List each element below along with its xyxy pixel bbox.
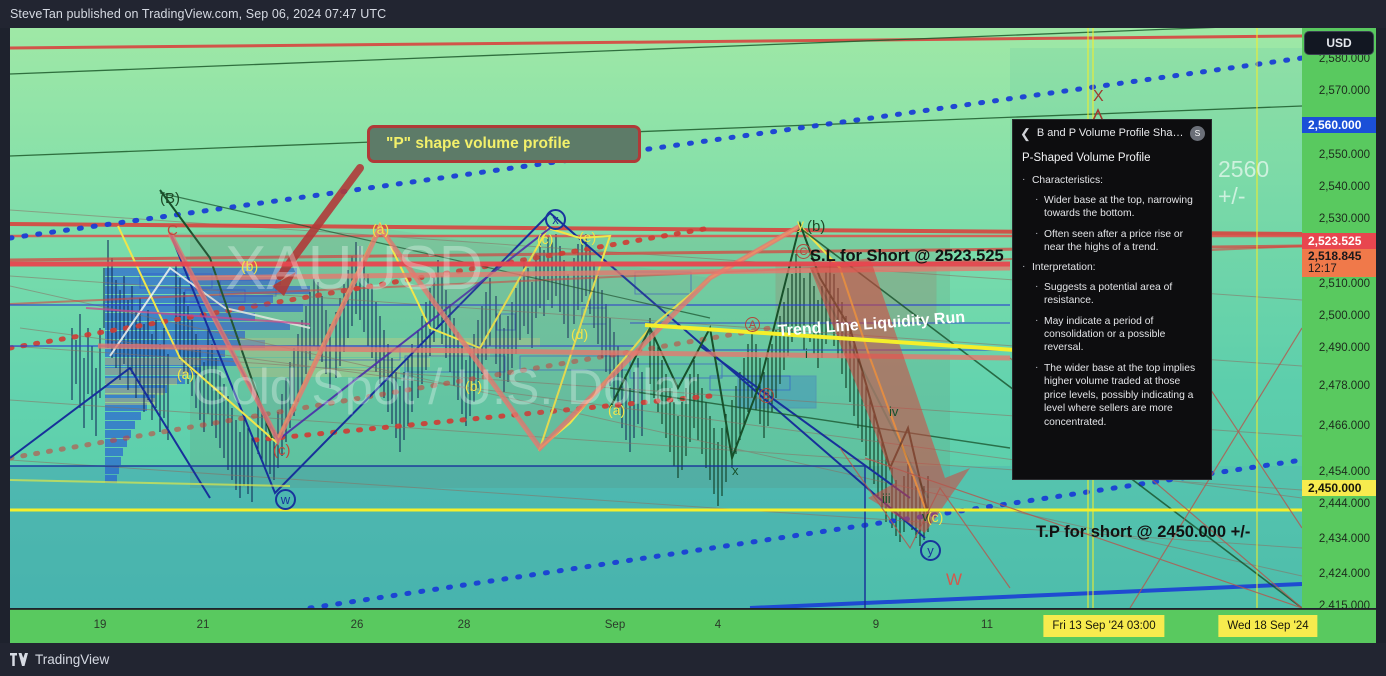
bullet-icon: · (1022, 174, 1026, 186)
wave-label-X: X (1093, 88, 1104, 105)
info-section-item: · May indicate a period of consolidation … (1035, 314, 1166, 354)
stop-loss-label: S.L for Short @ 2523.525 (810, 247, 1004, 265)
info-panel-header: ❮ B and P Volume Profile Shap... S (1013, 120, 1211, 145)
time-tick: 11 (981, 619, 993, 631)
chevron-left-icon[interactable]: ❮ (1020, 127, 1031, 140)
bullet-icon: · (1035, 314, 1039, 326)
time-tick: 21 (196, 619, 210, 631)
bullet-icon: · (1035, 361, 1039, 373)
time-tick: 9 (872, 619, 880, 631)
price-tick: 2,530.000 (1318, 213, 1370, 225)
circled-wave-label: C (796, 244, 811, 259)
publisher-bar: SteveTan published on TradingView.com, S… (0, 0, 1386, 28)
circled-wave-label: B (759, 388, 774, 403)
info-panel-sections: · Characteristics: · Wider base at the top,… (1022, 174, 1202, 429)
time-tick: 28 (457, 619, 471, 631)
p-shape-volume-profile-callout[interactable]: "P" shape volume profile (367, 125, 641, 163)
info-section-item: · Wider base at the top, narrowing toward… (1035, 193, 1193, 220)
price-tick: 2,454.000 (1318, 466, 1370, 478)
price-tick: 2,478.000 (1318, 380, 1370, 392)
time-marker-badge[interactable]: Wed 18 Sep '24 (1218, 615, 1318, 637)
bullet-icon: · (1035, 280, 1039, 292)
price-tick: 2,490.000 (1318, 342, 1370, 354)
time-tick: 19 (93, 619, 107, 631)
price-tick: 2,466.000 (1318, 420, 1370, 432)
badge-2450[interactable]: 2,450.000 (1302, 480, 1376, 496)
time-scale[interactable]: 19 21 26 28 Sep 4 9 11 Fri 13 Sep '24 03:00 Wed 1… (10, 609, 1376, 643)
avatar[interactable]: S (1190, 126, 1205, 141)
circled-wave-label: y (920, 540, 941, 561)
price-tick: 2,550.000 (1318, 149, 1370, 161)
price-tick: 2,500.000 (1318, 310, 1370, 322)
info-panel-body: P-Shaped Volume Profile · Characteristics… (1013, 145, 1211, 442)
time-tick: 4 (714, 619, 722, 631)
badge-2523[interactable]: 2,523.525 (1302, 233, 1376, 249)
bullet-icon: · (1022, 261, 1026, 273)
circled-wave-label: x (545, 209, 566, 230)
bullet-icon: · (1035, 227, 1039, 239)
info-panel-title: B and P Volume Profile Shap... (1036, 126, 1184, 139)
badge-last[interactable]: 2,518.845 12:17 (1302, 249, 1376, 277)
time-tick: 26 (350, 619, 364, 631)
price-scale[interactable]: 2,580.000 2,570.000 2,550.000 2,540.000 2,53… (1302, 28, 1376, 612)
currency-badge[interactable]: USD (1304, 31, 1374, 55)
badge-2560[interactable]: 2,560.000 (1302, 117, 1376, 133)
info-section-title: · Interpretation: (1022, 261, 1096, 274)
volume-profile-info-panel[interactable]: ❮ B and P Volume Profile Shap... S P-Sha… (1012, 119, 1212, 480)
price-tick: 2,444.000 (1318, 498, 1370, 510)
wave-label-W-major: W (946, 570, 963, 589)
price-tick: 2,570.000 (1318, 85, 1370, 97)
info-section-item: · Suggests a potential area of resistance… (1035, 280, 1173, 307)
resistance-zone-label: 2560 +/- (1218, 156, 1270, 209)
tradingview-chart-screenshot: SteveTan published on TradingView.com, S… (0, 0, 1386, 676)
circled-wave-label: A (745, 317, 760, 332)
brand-name: TradingView (35, 652, 110, 667)
price-tick: 2,434.000 (1318, 533, 1370, 545)
bullet-icon: · (1035, 193, 1039, 205)
time-marker-badge[interactable]: Fri 13 Sep '24 03:00 (1043, 615, 1165, 637)
price-tick: 2,510.000 (1318, 278, 1370, 290)
info-section-item: · Often seen after a price rise or near t… (1035, 227, 1184, 254)
time-tick: Sep (604, 619, 626, 631)
circled-wave-label: w (275, 489, 296, 510)
info-section-title: · Characteristics: (1022, 174, 1103, 187)
take-profit-label: T.P for short @ 2450.000 +/- (1036, 523, 1251, 541)
price-tick: 2,540.000 (1318, 181, 1370, 193)
footer-bar: TradingView (0, 643, 1386, 676)
info-section-item: · The wider base at the top implies highe… (1035, 361, 1196, 428)
price-tick: 2,424.000 (1318, 568, 1370, 580)
tradingview-logo-icon (10, 653, 28, 666)
info-panel-heading: P-Shaped Volume Profile (1022, 152, 1151, 164)
